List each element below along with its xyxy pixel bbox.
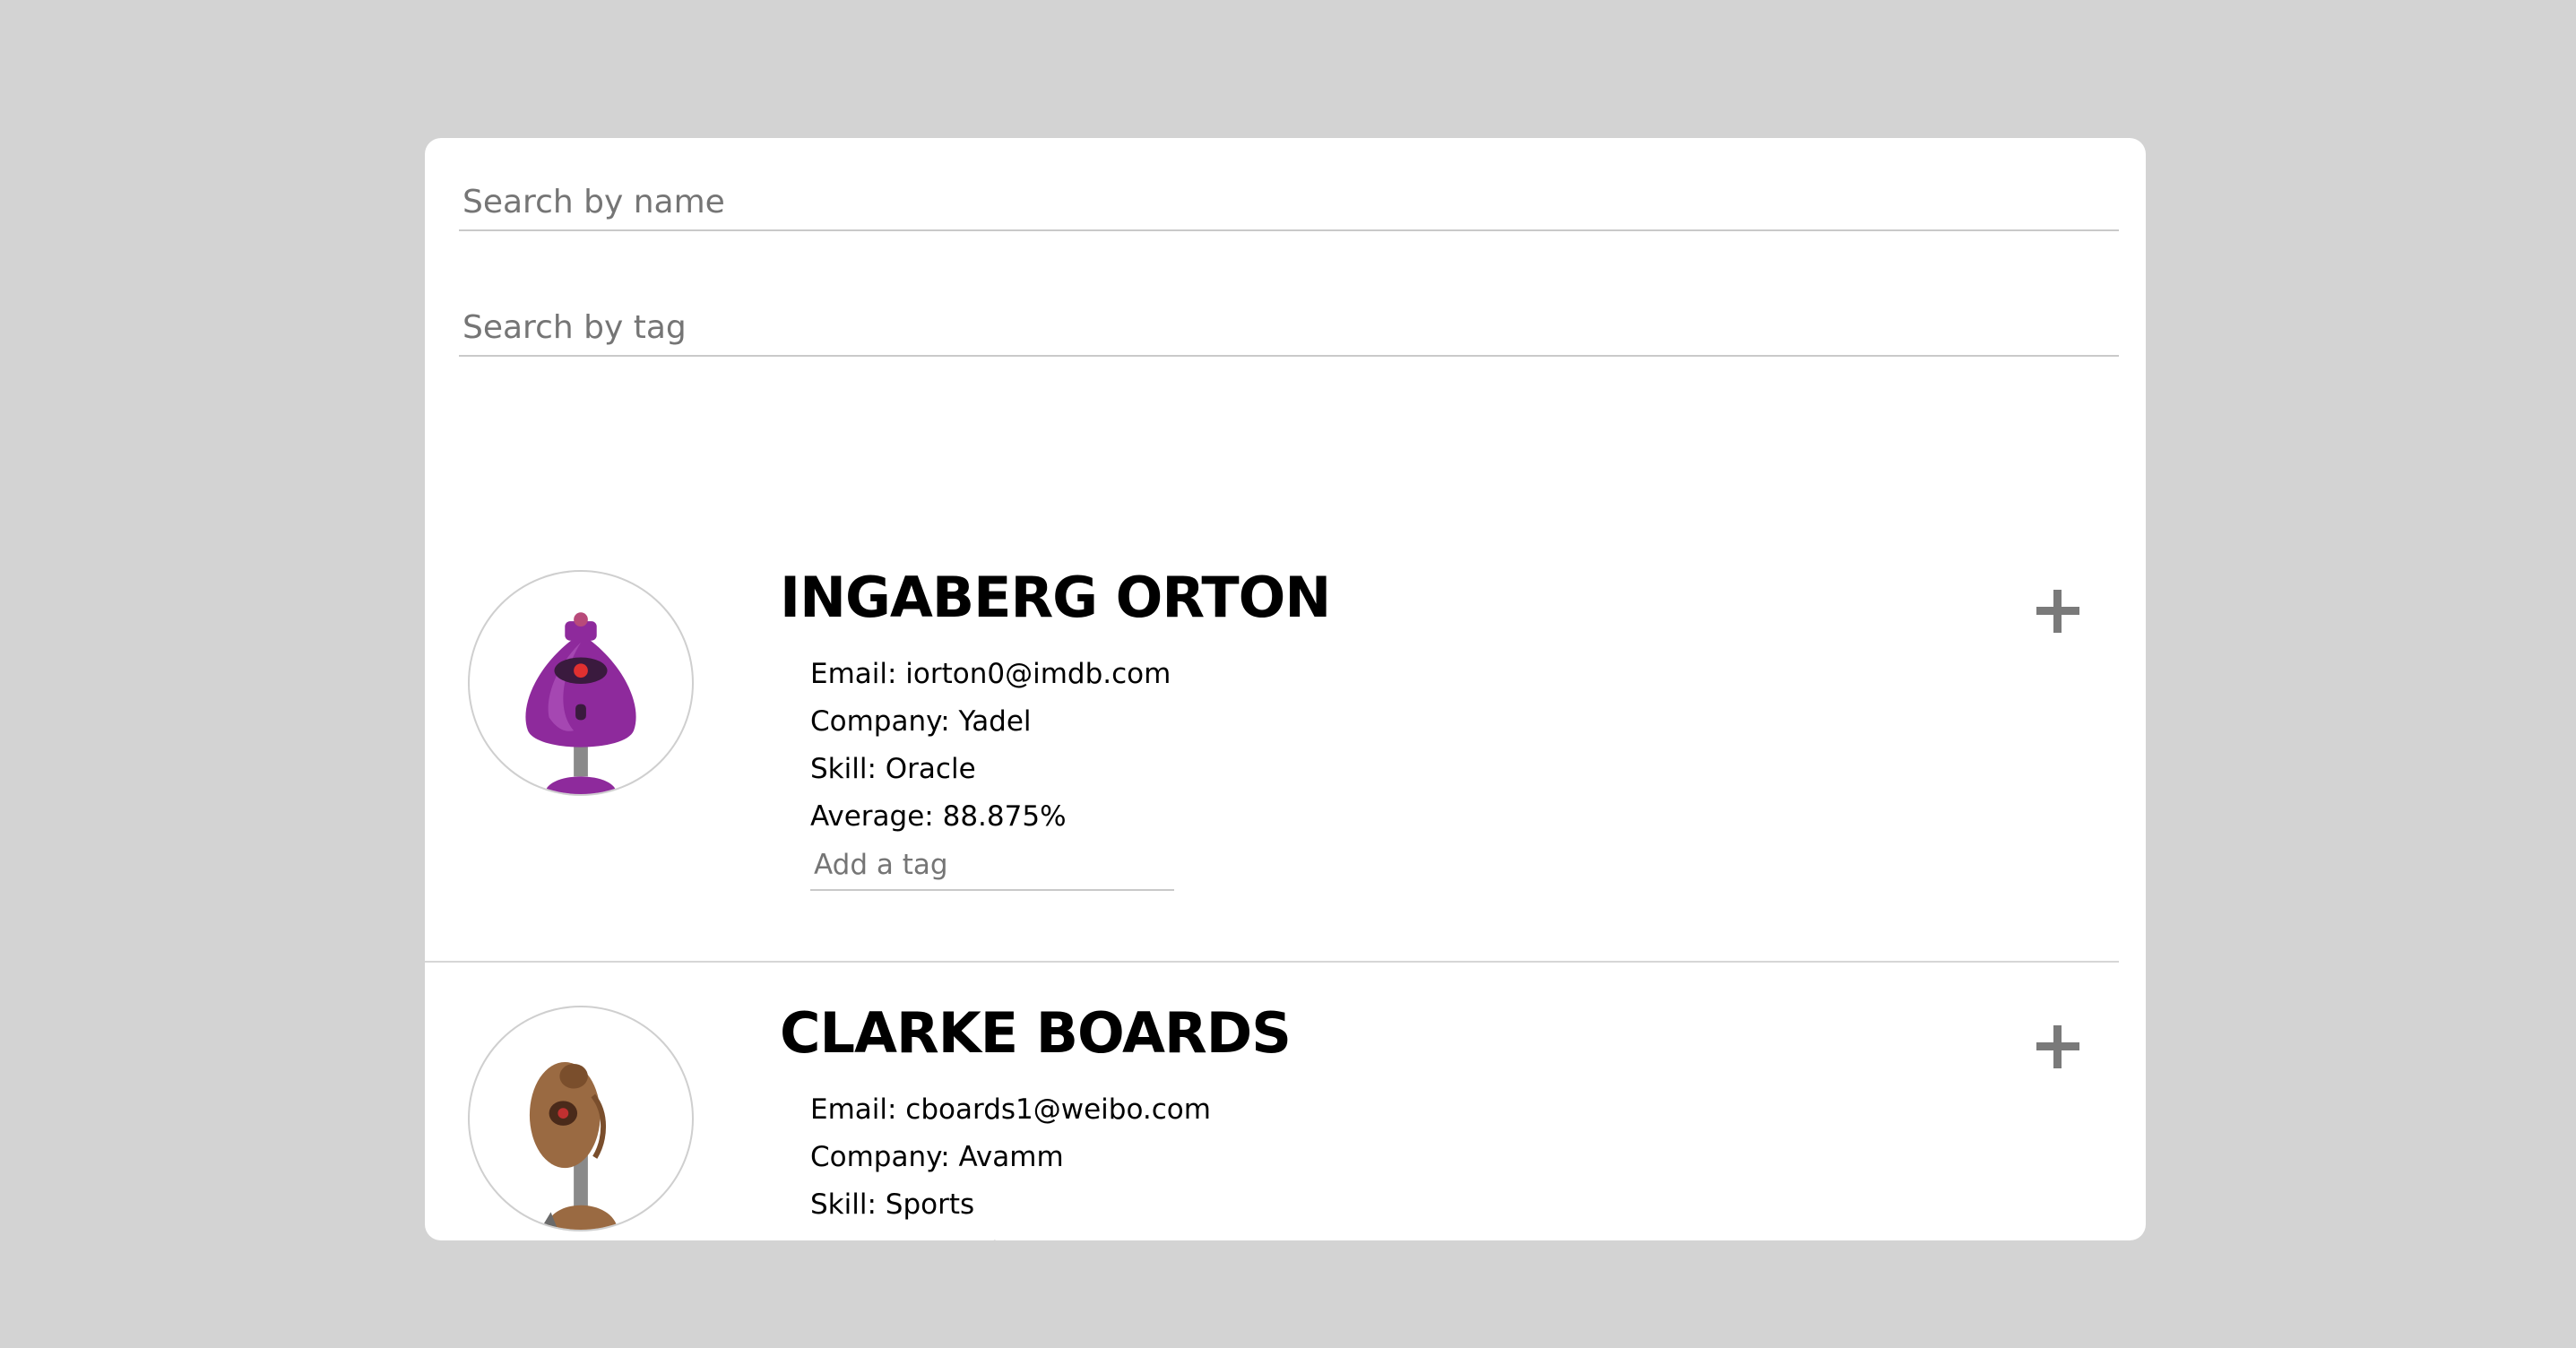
student-company: Company: Avamm <box>810 1141 1064 1173</box>
student-email: Email: cboards1@weibo.com <box>810 1093 1211 1126</box>
student-average: Average: 87.25% <box>810 1229 1211 1240</box>
student-skill: Skill: Sports <box>810 1188 975 1221</box>
student-average: Average: 88.875% <box>810 800 1067 833</box>
student-email: Email: iorton0@imdb.com <box>810 658 1171 690</box>
plus-icon-vertical <box>2053 590 2062 633</box>
student-card: INGABERG ORTON Email: iorton0@imdb.com C… <box>425 525 2119 963</box>
name-search-input[interactable] <box>459 174 2119 231</box>
expand-grades-button[interactable] <box>2026 1015 2090 1079</box>
student-company: Company: Yadel <box>810 705 1032 738</box>
student-avatar <box>468 570 694 796</box>
tag-search-input[interactable] <box>459 299 2119 357</box>
student-skill: Skill: Oracle <box>810 753 976 785</box>
student-name: INGABERG ORTON <box>780 565 1331 630</box>
robot-avatar-icon <box>525 612 636 794</box>
plus-icon-vertical <box>2053 1025 2062 1068</box>
robot-avatar-icon <box>529 1062 618 1230</box>
student-details: Email: iorton0@imdb.com Company: Yadel S… <box>810 651 1171 841</box>
expand-grades-button[interactable] <box>2026 579 2090 644</box>
student-details: Email: cboards1@weibo.com Company: Avamm… <box>810 1086 1211 1240</box>
add-tag-input[interactable] <box>810 841 1174 891</box>
student-avatar <box>468 1006 694 1231</box>
student-card: CLARKE BOARDS Email: cboards1@weibo.com … <box>425 961 2119 1240</box>
student-list-card: INGABERG ORTON Email: iorton0@imdb.com C… <box>425 138 2146 1240</box>
student-name: CLARKE BOARDS <box>780 1000 1292 1066</box>
